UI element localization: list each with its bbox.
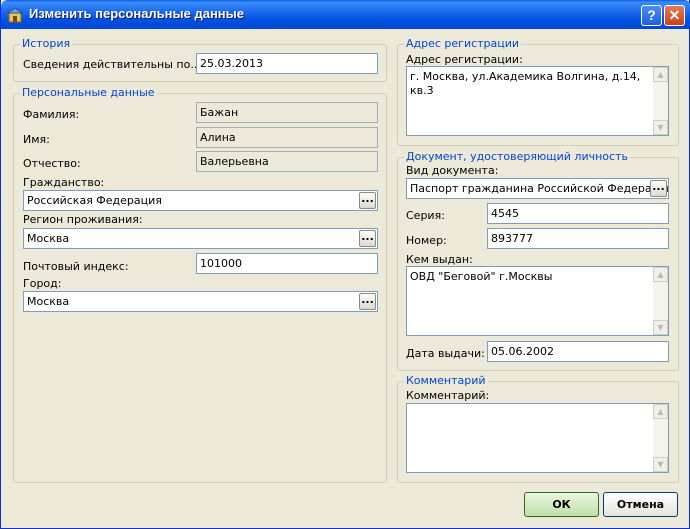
city-value: Москва xyxy=(27,295,70,308)
document-type-combo[interactable]: Паспорт гражданина Российской Федерации … xyxy=(406,178,669,199)
title-bar[interactable]: Изменить персональные данные ? ✕ xyxy=(1,0,690,29)
name-field[interactable]: Алина xyxy=(196,127,378,148)
cancel-button[interactable]: Отмена xyxy=(603,492,678,517)
edit-personal-data-dialog: Изменить персональные данные ? ✕ История… xyxy=(0,0,690,529)
issued-by-memo[interactable]: ОВД "Беговой" г.Москвы ▲ ▼ xyxy=(406,266,669,336)
region-combo[interactable]: Москва ... xyxy=(23,228,378,249)
scroll-down-icon[interactable]: ▼ xyxy=(653,320,668,335)
window-title: Изменить персональные данные xyxy=(29,6,244,21)
citizenship-label: Гражданство: xyxy=(23,176,105,189)
registration-address-memo[interactable]: г. Москва, ул.Академика Волгина, д.14, к… xyxy=(406,66,669,136)
city-label: Город: xyxy=(23,277,62,290)
name-label: Имя: xyxy=(23,133,50,146)
citizenship-value: Российская Федерация xyxy=(27,194,162,207)
scroll-down-icon[interactable]: ▼ xyxy=(653,457,668,472)
document-legend: Документ, удостоверяющий личность xyxy=(404,150,630,164)
citizenship-ellipsis-button[interactable]: ... xyxy=(359,192,376,209)
surname-field[interactable]: Бажан xyxy=(196,102,378,123)
registration-legend: Адрес регистрации xyxy=(404,37,522,51)
registration-address-value: г. Москва, ул.Академика Волгина, д.14, к… xyxy=(410,70,641,97)
help-icon[interactable]: ? xyxy=(641,5,662,26)
postcode-label: Почтовый индекс: xyxy=(23,260,129,273)
number-label: Номер: xyxy=(406,234,447,247)
region-value: Москва xyxy=(27,232,70,245)
scroll-up-icon[interactable]: ▲ xyxy=(653,267,668,282)
issued-by-scrollbar[interactable]: ▲ ▼ xyxy=(653,267,668,335)
personal-data-legend: Персональные данные xyxy=(20,86,157,100)
scroll-down-icon[interactable]: ▼ xyxy=(653,120,668,135)
number-field[interactable]: 893777 xyxy=(487,228,669,249)
registration-scrollbar[interactable]: ▲ ▼ xyxy=(653,67,668,135)
valid-until-label: Сведения действительны по...: xyxy=(23,58,205,71)
postcode-field[interactable]: 101000 xyxy=(196,253,378,274)
history-legend: История xyxy=(20,37,73,51)
comment-scrollbar[interactable]: ▲ ▼ xyxy=(653,404,668,472)
comment-memo[interactable]: ▲ ▼ xyxy=(406,403,669,473)
surname-label: Фамилия: xyxy=(23,108,80,121)
registration-address-label: Адрес регистрации: xyxy=(406,53,523,66)
document-type-value: Паспорт гражданина Российской Федерации xyxy=(410,182,669,195)
comment-label: Комментарий: xyxy=(406,389,490,402)
issued-by-value: ОВД "Беговой" г.Москвы xyxy=(410,270,553,283)
series-label: Серия: xyxy=(406,209,445,222)
city-combo[interactable]: Москва ... xyxy=(23,291,378,312)
ok-button[interactable]: ОК xyxy=(524,492,599,517)
region-label: Регион проживания: xyxy=(23,213,143,226)
document-type-label: Вид документа: xyxy=(406,164,499,177)
patronymic-field[interactable]: Валерьевна xyxy=(196,151,378,172)
scroll-up-icon[interactable]: ▲ xyxy=(653,404,668,419)
region-ellipsis-button[interactable]: ... xyxy=(359,230,376,247)
app-icon xyxy=(7,7,23,23)
city-ellipsis-button[interactable]: ... xyxy=(359,293,376,310)
patronymic-label: Отчество: xyxy=(23,157,81,170)
issued-by-label: Кем выдан: xyxy=(406,253,473,266)
scroll-up-icon[interactable]: ▲ xyxy=(653,67,668,82)
series-field[interactable]: 4545 xyxy=(487,203,669,224)
citizenship-combo[interactable]: Российская Федерация ... xyxy=(23,190,378,211)
comment-legend: Комментарий xyxy=(404,374,488,388)
issue-date-field[interactable]: 05.06.2002 xyxy=(487,341,669,362)
close-icon[interactable]: ✕ xyxy=(664,5,685,26)
document-type-ellipsis-button[interactable]: ... xyxy=(650,180,667,197)
valid-until-field[interactable]: 25.03.2013 xyxy=(196,53,378,74)
issue-date-label: Дата выдачи: xyxy=(406,347,485,360)
